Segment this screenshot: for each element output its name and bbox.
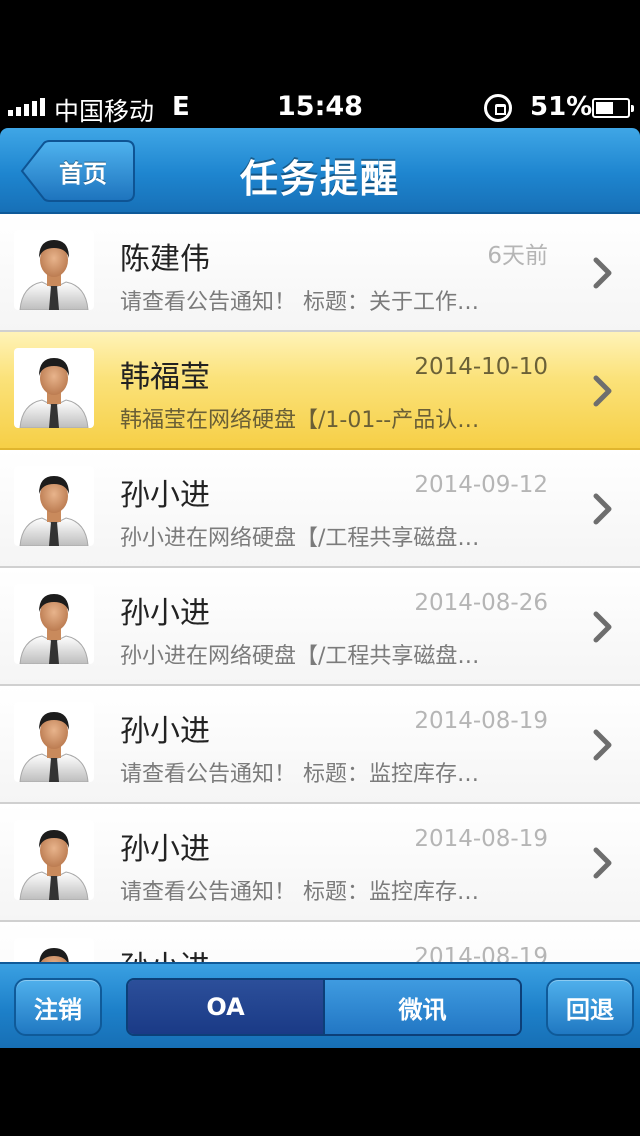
- task-row[interactable]: 孙小进 2014-08-19 请查看公告通知！ 标题：监控库存…: [0, 686, 640, 804]
- person-avatar-icon: [14, 702, 94, 782]
- chevron-right-icon: [592, 374, 614, 408]
- chevron-right-icon: [592, 846, 614, 880]
- person-avatar-icon: [14, 938, 94, 962]
- logout-button[interactable]: 注销: [14, 978, 102, 1036]
- task-preview: 孙小进在网络硬盘【/工程共享磁盘…: [120, 644, 480, 669]
- task-row[interactable]: 孙小进 2014-08-26 孙小进在网络硬盘【/工程共享磁盘…: [0, 568, 640, 686]
- task-sender-name: 孙小进: [120, 832, 210, 867]
- battery-icon: [592, 98, 634, 118]
- task-date: 2014-08-19: [414, 826, 548, 852]
- person-avatar-icon: [14, 348, 94, 428]
- segmented-control: OA 微讯: [126, 978, 522, 1036]
- task-date: 2014-08-19: [414, 708, 548, 734]
- task-date: 2014-08-26: [414, 590, 548, 616]
- chevron-right-icon: [592, 256, 614, 290]
- task-preview: 孙小进在网络硬盘【/工程共享磁盘…: [120, 526, 480, 551]
- task-date: 2014-10-10: [414, 354, 548, 380]
- task-row[interactable]: 孙小进 2014-08-19: [0, 922, 640, 962]
- chevron-right-icon: [592, 492, 614, 526]
- tab-oa[interactable]: OA: [128, 980, 325, 1034]
- task-preview: 请查看公告通知！ 标题：监控库存…: [120, 762, 479, 787]
- go-back-button[interactable]: 回退: [546, 978, 634, 1036]
- bottom-toolbar: 注销 OA 微讯 回退: [0, 962, 640, 1048]
- rotation-lock-icon: [484, 94, 512, 122]
- task-sender-name: 孙小进: [120, 942, 210, 962]
- task-sender-name: 韩福莹: [120, 360, 210, 395]
- screen: 中国移动 E 15:48 51% 首页 任务提醒 陈建伟 6天前 请查看公告通知…: [0, 0, 640, 1136]
- task-date: 2014-09-12: [414, 472, 548, 498]
- person-avatar-icon: [14, 820, 94, 900]
- task-sender-name: 孙小进: [120, 714, 210, 749]
- page-title: 任务提醒: [239, 157, 400, 201]
- status-bar: 中国移动 E 15:48 51%: [0, 88, 640, 128]
- battery-percent: 51%: [530, 92, 593, 122]
- chevron-right-icon: [592, 728, 614, 762]
- chevron-right-icon: [592, 610, 614, 644]
- tab-weixun[interactable]: 微讯: [325, 980, 520, 1034]
- task-row[interactable]: 孙小进 2014-08-19 请查看公告通知！ 标题：监控库存…: [0, 804, 640, 922]
- task-preview: 请查看公告通知！ 标题：关于工作…: [120, 290, 479, 315]
- person-avatar-icon: [14, 466, 94, 546]
- task-sender-name: 孙小进: [120, 596, 210, 631]
- task-sender-name: 孙小进: [120, 478, 210, 513]
- person-avatar-icon: [14, 230, 94, 310]
- task-preview: 请查看公告通知！ 标题：监控库存…: [120, 880, 479, 905]
- task-date: 2014-08-19: [414, 944, 548, 962]
- task-sender-name: 陈建伟: [120, 242, 210, 277]
- task-row[interactable]: 孙小进 2014-09-12 孙小进在网络硬盘【/工程共享磁盘…: [0, 450, 640, 568]
- task-list[interactable]: 陈建伟 6天前 请查看公告通知！ 标题：关于工作… 韩福莹 2014-10-10…: [0, 214, 640, 962]
- navigation-bar: 首页 任务提醒: [0, 128, 640, 214]
- task-row[interactable]: 韩福莹 2014-10-10 韩福莹在网络硬盘【/1-01--产品认…: [0, 332, 640, 450]
- person-avatar-icon: [14, 584, 94, 664]
- task-row[interactable]: 陈建伟 6天前 请查看公告通知！ 标题：关于工作…: [0, 214, 640, 332]
- task-preview: 韩福莹在网络硬盘【/1-01--产品认…: [120, 408, 480, 433]
- task-date: 6天前: [487, 243, 548, 269]
